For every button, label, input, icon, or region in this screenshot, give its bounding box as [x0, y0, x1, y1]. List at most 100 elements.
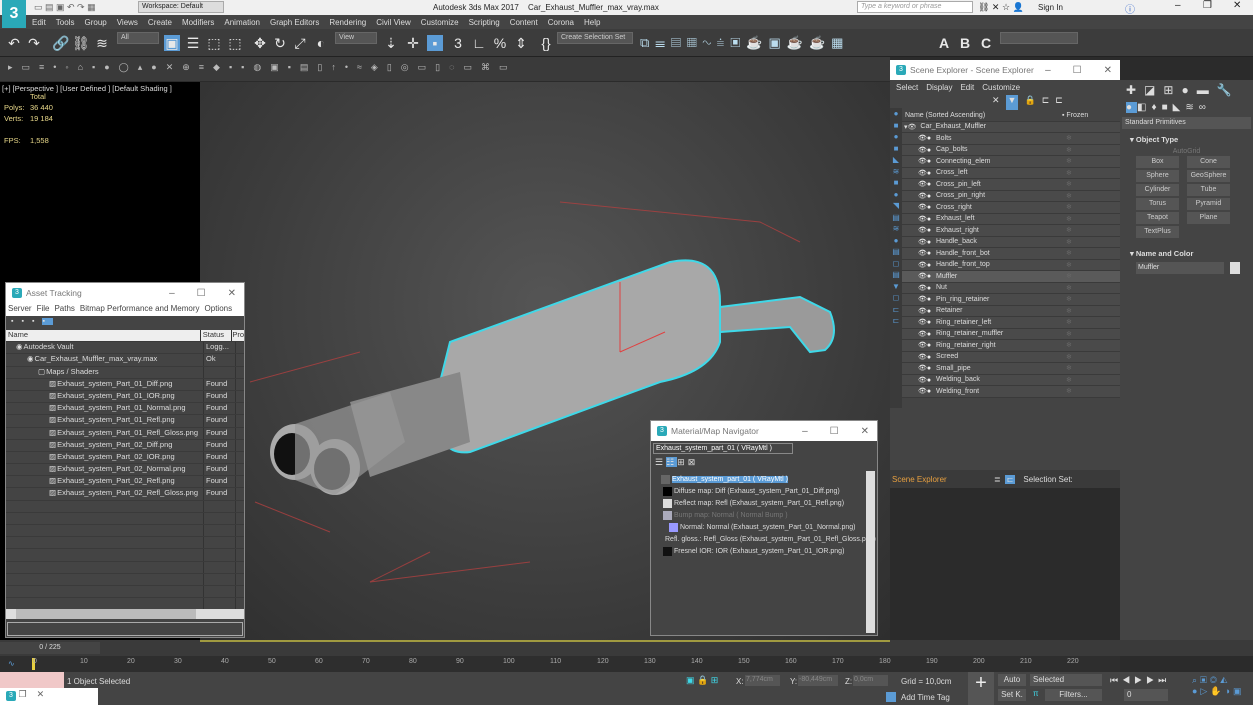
freeze-icon[interactable]: ❄ — [1066, 134, 1072, 142]
scene-item[interactable]: 👁● Retainer ❄ — [902, 305, 1120, 317]
close-button[interactable]: ✕ — [1233, 0, 1241, 11]
object-color-swatch[interactable] — [1230, 262, 1240, 274]
y-field[interactable]: -80,449cm — [798, 675, 838, 686]
primitive-button-cone[interactable]: Cone — [1187, 156, 1230, 168]
visibility-icon[interactable]: 👁● — [902, 387, 936, 395]
visibility-icon[interactable]: 👁● — [902, 261, 936, 269]
maxscript-listener[interactable] — [0, 672, 64, 688]
rect-selection-icon[interactable]: ⬚ — [206, 35, 222, 51]
freeze-icon[interactable]: ❄ — [1066, 157, 1072, 165]
primitive-button-plane[interactable]: Plane — [1187, 212, 1230, 224]
freeze-icon[interactable]: ❄ — [1066, 307, 1072, 315]
material-tree-item[interactable]: Reflect map: Refl (Exhaust_system_Part_0… — [655, 497, 865, 509]
visibility-icon[interactable]: 👁● — [902, 146, 936, 154]
maximize-button[interactable]: ☐ — [830, 426, 839, 437]
asset-tracking-titlebar[interactable]: 3 Asset Tracking – ☐ ✕ — [6, 283, 244, 303]
menu-file[interactable]: File — [37, 304, 50, 313]
place-icon[interactable]: ◐ — [313, 35, 329, 51]
asset-row[interactable]: ◉Autodesk Vault Logg... — [6, 342, 244, 355]
render-toolbar-icons[interactable]: ⧉☰▤▦∿⩧▣☕▣☕☕▦ — [640, 35, 849, 51]
freeze-icon[interactable]: ❄ — [1066, 376, 1072, 384]
scene-item[interactable]: 👁● Exhaust_left ❄ — [902, 213, 1120, 225]
close-button[interactable]: ✕ — [1104, 65, 1112, 76]
asset-row[interactable]: ◉Car_Exhaust_Muffler_max_vray.max Ok — [6, 354, 244, 367]
col-pro[interactable]: Pro — [232, 330, 244, 341]
menu-customize[interactable]: Customize — [421, 18, 459, 27]
expand-eye-icon[interactable]: ▾👁 — [902, 123, 916, 131]
quick-access-icons[interactable]: ▭ ▤ ▣ ↶ ↷ ▦ — [34, 2, 96, 13]
display-filter-bar[interactable]: ● ■ ● ■ ◣ ≋ ■ ● ◥ ▤ ≋ ● ▤ ◻ ▤ ▼ ◻ ⊏ ⊏ — [890, 108, 902, 408]
primitive-button-torus[interactable]: Torus — [1136, 198, 1179, 210]
asset-row[interactable]: ▨Exhaust_system_Part_01_Refl.png Found — [6, 415, 244, 428]
primitive-button-geosphere[interactable]: GeoSphere — [1187, 170, 1230, 182]
freeze-icon[interactable]: ❄ — [1066, 169, 1072, 177]
name-color-rollout[interactable]: ▾ Name and Color — [1120, 239, 1253, 262]
visibility-icon[interactable]: 👁● — [902, 341, 936, 349]
menu-server[interactable]: Server — [8, 304, 32, 313]
clear-filter-icon[interactable]: ✕ — [992, 95, 1000, 111]
unlink-icon[interactable]: ⛓ — [72, 35, 90, 51]
scene-item[interactable]: 👁● Welding_front ❄ — [902, 386, 1120, 398]
menu-group[interactable]: Group — [84, 18, 106, 27]
app-logo-icon[interactable]: 3 — [2, 0, 26, 28]
reference-coord-select[interactable]: View — [335, 32, 377, 44]
freeze-icon[interactable]: ❄ — [1066, 261, 1072, 269]
selection-filter-select[interactable]: All — [117, 32, 159, 44]
primitive-type-select[interactable]: Standard Primitives — [1122, 117, 1251, 129]
path-field[interactable] — [7, 622, 243, 636]
viewport-nav-icons[interactable]: ⌕▣◎◭ ●▷✋◑▣ — [1192, 675, 1245, 697]
visibility-icon[interactable]: 👁● — [902, 376, 936, 384]
col-status[interactable]: Status — [201, 330, 233, 342]
object-type-rollout[interactable]: ▾ Object Type — [1120, 131, 1253, 148]
asset-row[interactable]: ▨Exhaust_system_Part_02_Normal.png Found — [6, 464, 244, 477]
freeze-icon[interactable]: ❄ — [1066, 364, 1072, 372]
menu-graph-editors[interactable]: Graph Editors — [270, 18, 319, 27]
edit-named-selection-icon[interactable]: {} — [538, 35, 554, 51]
scene-item[interactable]: 👁● Cross_right ❄ — [902, 202, 1120, 214]
primitive-button-tube[interactable]: Tube — [1187, 184, 1230, 196]
menu-bitmap[interactable]: Bitmap Performance and Memory — [80, 304, 200, 313]
isolate-icon[interactable]: ▣ 🔒 ⊞ — [686, 675, 718, 686]
visibility-icon[interactable]: 👁● — [902, 330, 936, 338]
move-icon[interactable]: ✥ — [252, 35, 268, 51]
scene-explorer-titlebar[interactable]: 3 Scene Explorer - Scene Explorer – ☐ ✕ — [890, 60, 1120, 80]
freeze-icon[interactable]: ❄ — [1066, 318, 1072, 326]
spinner-snap-icon[interactable]: ⇕ — [513, 35, 529, 51]
menu-edit[interactable]: Edit — [960, 83, 974, 92]
primitive-button-pyramid[interactable]: Pyramid — [1187, 198, 1230, 210]
key-filter-icon[interactable]: π — [1033, 689, 1039, 698]
menu-create[interactable]: Create — [148, 18, 172, 27]
workspace-select[interactable]: Workspace: Default — [138, 1, 224, 13]
freeze-icon[interactable]: ❄ — [1066, 215, 1072, 223]
asset-row[interactable]: ▢Maps / Shaders — [6, 366, 244, 379]
scene-item[interactable]: 👁● Cross_pin_left ❄ — [902, 179, 1120, 191]
scene-item[interactable]: 👁● Connecting_elem ❄ — [902, 156, 1120, 168]
primitive-button-textplus[interactable]: TextPlus — [1136, 226, 1179, 238]
visibility-icon[interactable]: 👁● — [902, 318, 936, 326]
scene-item[interactable]: 👁● Pin_ring_retainer ❄ — [902, 294, 1120, 306]
primitive-button-sphere[interactable]: Sphere — [1136, 170, 1179, 182]
search-input[interactable]: Type a keyword or phrase — [857, 1, 973, 13]
freeze-icon[interactable]: ❄ — [1066, 341, 1072, 349]
time-tag-icon[interactable] — [886, 692, 896, 702]
asset-toolbar[interactable]: ▪▪▪▪ — [6, 316, 244, 330]
asset-row[interactable]: ▨Exhaust_system_Part_01_IOR.png Found — [6, 390, 244, 404]
visibility-icon[interactable]: 👁● — [902, 364, 936, 372]
menu-edit[interactable]: Edit — [32, 18, 46, 27]
menu-rendering[interactable]: Rendering — [329, 18, 366, 27]
command-panel-tabs[interactable]: ✚◪⊞●▬🔧 — [1120, 80, 1253, 100]
bind-spacewarp-icon[interactable]: ≋ — [94, 35, 110, 51]
select-manipulate-icon[interactable]: ✛ — [405, 35, 421, 51]
hierarchy-icon[interactable]: ⊏ — [1042, 95, 1050, 111]
navigator-view-icons[interactable]: ☰☷⊞⊠ — [651, 456, 877, 469]
visibility-icon[interactable]: 👁● — [902, 134, 936, 142]
asset-row[interactable]: ▨Exhaust_system_Part_02_Refl_Gloss.png Fo… — [6, 488, 244, 501]
add-time-tag[interactable]: Add Time Tag — [901, 693, 950, 702]
named-selection-select[interactable]: Create Selection Set — [557, 32, 633, 44]
current-frame-field[interactable]: 0 — [1124, 689, 1168, 701]
menu-content[interactable]: Content — [510, 18, 538, 27]
menu-tools[interactable]: Tools — [56, 18, 75, 27]
window-crossing-icon[interactable]: ⬚ — [227, 35, 243, 51]
explorer-select[interactable]: Scene Explorer — [890, 475, 990, 484]
scene-item[interactable]: 👁● Cap_bolts ❄ — [902, 144, 1120, 156]
